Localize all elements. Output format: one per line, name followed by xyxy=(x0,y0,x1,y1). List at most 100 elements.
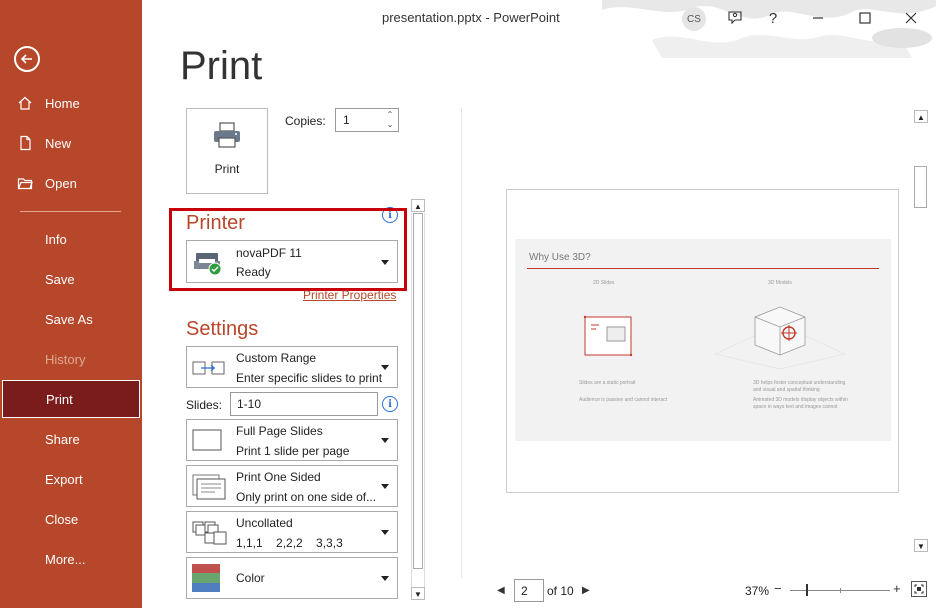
zoom-slider-midmark xyxy=(840,588,841,593)
page-number-input[interactable]: 2 xyxy=(514,579,544,602)
maximize-button[interactable] xyxy=(852,6,878,30)
layout-dropdown[interactable]: Full Page Slides Print 1 slide per page xyxy=(186,419,398,461)
slides-label: Slides: xyxy=(186,398,223,412)
copies-spinner[interactable]: ⌃ ⌄ xyxy=(384,110,396,130)
user-avatar[interactable]: CS xyxy=(682,7,706,31)
copies-input[interactable]: 1 ⌃ ⌄ xyxy=(335,108,399,132)
preview-scrollbar[interactable]: ▲ ▼ xyxy=(913,110,929,554)
print-preview-page: Why Use 3D? 2D Slides 3D Models Slides a… xyxy=(506,189,899,493)
settings-scrollbar[interactable]: ▲ ▼ xyxy=(410,199,426,601)
chevron-down-icon xyxy=(381,576,389,581)
minimize-icon xyxy=(813,17,823,19)
back-arrow-icon xyxy=(20,54,32,64)
chevron-down-icon xyxy=(381,438,389,443)
sidebar-item-info[interactable]: Info xyxy=(0,220,142,258)
sidebar-item-open[interactable]: Open xyxy=(0,164,142,202)
printer-name: novaPDF 11 xyxy=(236,246,302,260)
slides-input[interactable]: 1-10 xyxy=(230,392,378,416)
chevron-down-icon xyxy=(381,530,389,535)
backstage-sidebar: Home New Open Info Save Save As History … xyxy=(0,0,142,608)
color-swatch-icon xyxy=(192,564,220,597)
sidebar-item-label: History xyxy=(45,351,86,367)
chevron-down-icon xyxy=(381,484,389,489)
collation-dropdown[interactable]: Uncollated 1,1,1 2,2,2 3,3,3 xyxy=(186,511,398,553)
sidebar-item-label: Close xyxy=(45,511,79,527)
home-icon xyxy=(17,94,45,112)
printer-status: Ready xyxy=(236,265,271,279)
collation-subtitle: 1,1,1 2,2,2 3,3,3 xyxy=(236,536,343,550)
slide-left-heading: 2D Slides xyxy=(593,280,615,286)
color-dropdown[interactable]: Color xyxy=(186,557,398,599)
print-range-title: Custom Range xyxy=(236,351,317,365)
settings-heading: Settings xyxy=(186,318,259,340)
coauthor-button[interactable] xyxy=(722,6,748,30)
scroll-down-icon[interactable]: ▼ xyxy=(411,587,425,600)
minimize-button[interactable] xyxy=(805,6,831,30)
sidebar-item-home[interactable]: Home xyxy=(0,84,142,122)
previous-page-icon[interactable]: ◀ xyxy=(497,585,505,596)
pane-divider xyxy=(461,108,462,578)
page-count: of 10 xyxy=(547,584,574,598)
sidebar-item-more[interactable]: More... xyxy=(0,540,142,578)
slide-title: Why Use 3D? xyxy=(529,252,591,263)
sidebar-item-save-as[interactable]: Save As xyxy=(0,300,142,338)
slides-info-icon[interactable]: i xyxy=(382,396,398,412)
slide-preview: Why Use 3D? 2D Slides 3D Models Slides a… xyxy=(515,239,891,441)
sidebar-item-label: Home xyxy=(45,95,80,111)
sidebar-item-label: Info xyxy=(45,231,67,247)
zoom-level: 37% xyxy=(745,584,770,598)
scroll-up-icon[interactable]: ▲ xyxy=(411,199,425,212)
open-folder-icon xyxy=(17,174,45,192)
full-page-slide-icon xyxy=(192,429,222,456)
sidebar-item-new[interactable]: New xyxy=(0,124,142,162)
cube-3d-illustration xyxy=(715,306,845,369)
next-page-icon[interactable]: ▶ xyxy=(582,585,590,596)
print-range-subtitle: Enter specific slides to print xyxy=(236,371,383,385)
sidebar-item-close[interactable]: Close xyxy=(0,500,142,538)
flat-slide-illustration xyxy=(583,315,633,357)
collation-title: Uncollated xyxy=(236,516,293,530)
close-window-button[interactable] xyxy=(898,6,924,30)
close-icon xyxy=(905,12,917,24)
sidebar-item-label: Open xyxy=(45,175,77,191)
scroll-thumb[interactable] xyxy=(413,213,423,569)
sidebar-item-save[interactable]: Save xyxy=(0,260,142,298)
printer-dropdown[interactable]: novaPDF 11 Ready xyxy=(186,240,398,283)
chevron-down-icon xyxy=(381,365,389,370)
help-button[interactable]: ? xyxy=(760,6,786,30)
title-bar: presentation.pptx - PowerPoint CS ? xyxy=(142,0,936,58)
printer-properties-link[interactable]: Printer Properties xyxy=(303,288,396,302)
layout-title: Full Page Slides xyxy=(236,424,323,438)
sidebar-item-label: More... xyxy=(45,551,86,567)
sidebar-item-export[interactable]: Export xyxy=(0,460,142,498)
back-button[interactable] xyxy=(14,46,40,72)
zoom-in-icon[interactable]: + xyxy=(893,581,901,596)
printer-icon xyxy=(211,121,243,154)
scroll-down-icon[interactable]: ▼ xyxy=(914,539,928,552)
zoom-slider-thumb[interactable] xyxy=(806,584,808,596)
maximize-icon xyxy=(859,12,871,24)
copies-label: Copies: xyxy=(285,114,326,128)
scroll-up-icon[interactable]: ▲ xyxy=(914,110,928,123)
sides-dropdown[interactable]: Print One Sided Only print on one side o… xyxy=(186,465,398,507)
sidebar-item-history: History xyxy=(0,340,142,378)
scroll-thumb[interactable] xyxy=(914,166,927,208)
sidebar-item-share[interactable]: Share xyxy=(0,420,142,458)
sides-title: Print One Sided xyxy=(236,470,321,484)
sidebar-item-label: Export xyxy=(45,471,83,487)
slide-range-icon xyxy=(192,359,226,382)
fit-page-icon xyxy=(914,584,924,594)
chevron-down-icon xyxy=(381,260,389,265)
page-title: Print xyxy=(180,44,263,88)
print-range-dropdown[interactable]: Custom Range Enter specific slides to pr… xyxy=(186,346,398,388)
slide-left-text-2: Audience is passive and cannot interact xyxy=(579,397,668,403)
uncollated-icon xyxy=(192,520,228,551)
title-bar-decoration xyxy=(602,0,936,58)
slide-right-heading: 3D Models xyxy=(768,280,792,286)
sidebar-divider xyxy=(20,211,121,212)
print-button[interactable]: Print xyxy=(186,108,268,194)
layout-subtitle: Print 1 slide per page xyxy=(236,444,350,458)
sidebar-item-print[interactable]: Print xyxy=(2,380,140,418)
zoom-to-page-icon[interactable] xyxy=(911,581,927,597)
zoom-out-icon[interactable]: − xyxy=(774,581,782,596)
